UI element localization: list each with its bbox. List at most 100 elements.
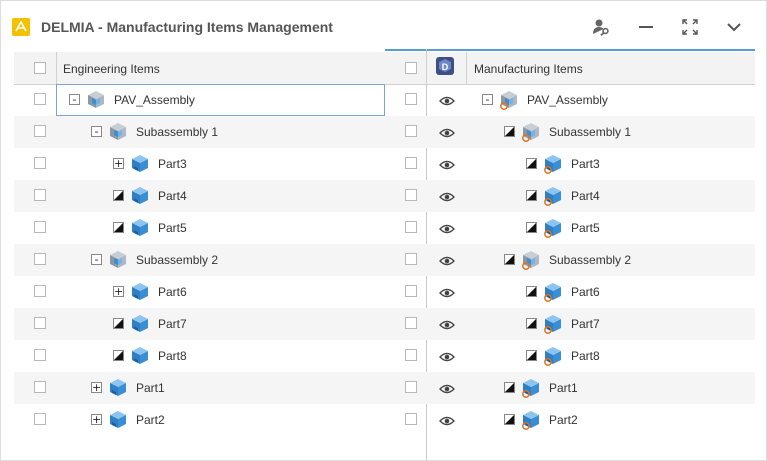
expand-toggle-icon[interactable]: + <box>91 382 102 393</box>
tree-row[interactable]: Part6 <box>385 276 755 308</box>
collapse-toggle-icon[interactable]: - <box>482 94 493 105</box>
node-label[interactable]: Part1 <box>136 381 165 395</box>
collapse-toggle-icon[interactable]: - <box>69 94 80 105</box>
node-label[interactable]: Part2 <box>136 413 165 427</box>
visibility-eye-icon[interactable] <box>439 94 455 106</box>
node-label[interactable]: PAV_Assembly <box>114 93 195 107</box>
leaf-node-icon <box>113 190 124 201</box>
row-checkbox[interactable] <box>34 189 46 201</box>
row-checkbox[interactable] <box>34 253 46 265</box>
visibility-eye-icon[interactable] <box>439 286 455 298</box>
tree-row[interactable]: - PAV_Assembly <box>14 84 385 116</box>
node-label[interactable]: Part8 <box>158 349 187 363</box>
row-checkbox[interactable] <box>405 125 417 137</box>
node-label[interactable]: Part5 <box>158 221 187 235</box>
row-checkbox[interactable] <box>34 349 46 361</box>
tree-row[interactable]: Part8 <box>385 340 755 372</box>
select-all-checkbox[interactable] <box>405 62 417 74</box>
tree-row[interactable]: - Subassembly 2 <box>14 244 385 276</box>
row-checkbox[interactable] <box>405 221 417 233</box>
visibility-eye-icon[interactable] <box>439 254 455 266</box>
node-label[interactable]: Part8 <box>571 349 600 363</box>
tree-row[interactable]: Part8 <box>14 340 385 372</box>
user-key-icon[interactable] <box>588 14 614 40</box>
row-checkbox[interactable] <box>405 189 417 201</box>
tree-row[interactable]: Part7 <box>385 308 755 340</box>
node-label[interactable]: Part7 <box>158 317 187 331</box>
visibility-eye-icon[interactable] <box>439 126 455 138</box>
tree-row[interactable]: Subassembly 2 <box>385 244 755 276</box>
leaf-node-icon <box>526 318 537 329</box>
svg-text:D: D <box>442 62 449 72</box>
app-title: DELMIA - Manufacturing Items Management <box>41 19 333 35</box>
leaf-node-icon <box>526 158 537 169</box>
tree-row[interactable]: + Part3 <box>14 148 385 180</box>
tree-row[interactable]: Part4 <box>14 180 385 212</box>
row-checkbox[interactable] <box>34 125 46 137</box>
tree-row[interactable]: Subassembly 1 <box>385 116 755 148</box>
row-checkbox[interactable] <box>34 317 46 329</box>
row-checkbox[interactable] <box>405 349 417 361</box>
expand-toggle-icon[interactable]: + <box>113 286 124 297</box>
tree-row[interactable]: - PAV_Assembly <box>385 84 755 116</box>
node-label[interactable]: Part1 <box>549 381 578 395</box>
row-checkbox[interactable] <box>405 157 417 169</box>
node-label[interactable]: Part6 <box>158 285 187 299</box>
tree-row[interactable]: + Part1 <box>14 372 385 404</box>
row-checkbox[interactable] <box>405 317 417 329</box>
node-label[interactable]: Subassembly 2 <box>549 253 631 267</box>
node-label[interactable]: PAV_Assembly <box>527 93 608 107</box>
row-checkbox[interactable] <box>405 253 417 265</box>
tree-row[interactable]: Part4 <box>385 180 755 212</box>
row-checkbox[interactable] <box>34 93 46 105</box>
visibility-eye-icon[interactable] <box>439 414 455 426</box>
tree-row[interactable]: - Subassembly 1 <box>14 116 385 148</box>
collapse-toggle-icon[interactable]: - <box>91 254 102 265</box>
chevron-down-icon[interactable] <box>721 14 747 40</box>
tree-row[interactable]: Part2 <box>385 404 755 436</box>
node-label[interactable]: Part6 <box>571 285 600 299</box>
visibility-eye-icon[interactable] <box>439 190 455 202</box>
node-label[interactable]: Subassembly 1 <box>136 125 218 139</box>
tree-row[interactable]: Part5 <box>385 212 755 244</box>
row-checkbox[interactable] <box>405 285 417 297</box>
node-label[interactable]: Subassembly 2 <box>136 253 218 267</box>
tree-row[interactable]: Part3 <box>385 148 755 180</box>
node-label[interactable]: Part5 <box>571 221 600 235</box>
expand-toggle-icon[interactable]: + <box>91 414 102 425</box>
leaf-node-icon <box>113 222 124 233</box>
tree-row[interactable]: + Part6 <box>14 276 385 308</box>
node-label[interactable]: Part4 <box>571 189 600 203</box>
tree-row[interactable]: Part1 <box>385 372 755 404</box>
row-checkbox[interactable] <box>405 93 417 105</box>
visibility-eye-icon[interactable] <box>439 318 455 330</box>
tree-row[interactable]: Part5 <box>14 212 385 244</box>
minimize-icon[interactable] <box>633 14 659 40</box>
node-label[interactable]: Subassembly 1 <box>549 125 631 139</box>
node-label[interactable]: Part2 <box>549 413 578 427</box>
row-checkbox[interactable] <box>34 381 46 393</box>
expand-toggle-icon[interactable]: + <box>113 158 124 169</box>
node-label[interactable]: Part4 <box>158 189 187 203</box>
leaf-node-icon <box>526 190 537 201</box>
visibility-eye-icon[interactable] <box>439 350 455 362</box>
row-checkbox[interactable] <box>34 157 46 169</box>
row-checkbox[interactable] <box>405 413 417 425</box>
3d-view-icon[interactable]: D <box>435 56 455 76</box>
fullscreen-icon[interactable] <box>677 14 703 40</box>
node-label[interactable]: Part7 <box>571 317 600 331</box>
column-separator <box>466 52 467 84</box>
visibility-eye-icon[interactable] <box>439 382 455 394</box>
row-checkbox[interactable] <box>405 381 417 393</box>
node-label[interactable]: Part3 <box>158 157 187 171</box>
row-checkbox[interactable] <box>34 413 46 425</box>
row-checkbox[interactable] <box>34 221 46 233</box>
visibility-eye-icon[interactable] <box>439 222 455 234</box>
collapse-toggle-icon[interactable]: - <box>91 126 102 137</box>
select-all-checkbox[interactable] <box>34 62 46 74</box>
visibility-eye-icon[interactable] <box>439 158 455 170</box>
node-label[interactable]: Part3 <box>571 157 600 171</box>
row-checkbox[interactable] <box>34 285 46 297</box>
tree-row[interactable]: Part7 <box>14 308 385 340</box>
tree-row[interactable]: + Part2 <box>14 404 385 436</box>
